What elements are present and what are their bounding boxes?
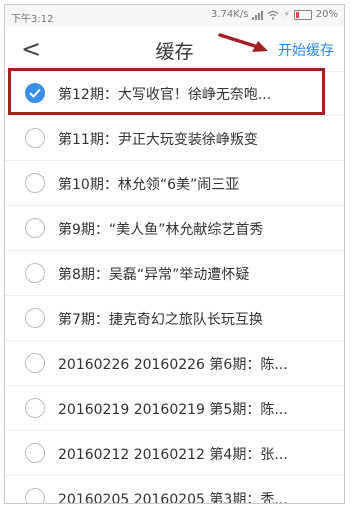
episode-row[interactable]: 第12期：大写收官！徐峥无奈咆... (5, 68, 344, 116)
episode-title: 第9期：“美人鱼”林允献综艺首秀 (58, 222, 264, 238)
network-speed: 3.74K/s (211, 9, 249, 20)
signal-icon (252, 10, 264, 20)
unchecked-checkbox-icon[interactable] (25, 353, 45, 373)
unchecked-checkbox-icon[interactable] (25, 398, 45, 418)
battery-percent: 20% (315, 9, 338, 20)
episode-row[interactable]: 20160219 20160219 第5期：陈... (5, 386, 344, 431)
unchecked-checkbox-icon[interactable] (25, 218, 45, 238)
episode-title: 第12期：大写收官！徐峥无奈咆... (58, 87, 272, 103)
episode-title: 20160226 20160226 第6期：陈... (58, 357, 288, 373)
status-bar: 下午3:12 3.74K/s ⚡ 20% (5, 5, 344, 27)
episode-title: 20160219 20160219 第5期：陈... (58, 402, 288, 418)
status-time: 下午3:12 (11, 14, 54, 25)
episode-title: 20160205 20160205 第3期：秃... (58, 492, 288, 504)
battery-icon (293, 9, 312, 20)
episode-title: 第7期：捷克奇幻之旅队长玩互换 (58, 312, 263, 328)
episode-title: 第10期：林允领“6美”闹三亚 (58, 177, 240, 193)
episode-row[interactable]: 第8期：吴磊“异常”举动遭怀疑 (5, 251, 344, 296)
phone-screen: 下午3:12 3.74K/s ⚡ 20% < 缓存 开始缓存 第12期：大写收官… (4, 4, 345, 504)
episode-row[interactable]: 20160212 20160212 第4期：张... (5, 431, 344, 476)
checked-checkbox-icon[interactable] (25, 83, 45, 103)
episode-row[interactable]: 20160226 20160226 第6期：陈... (5, 341, 344, 386)
navigation-bar: < 缓存 开始缓存 (5, 27, 344, 72)
unchecked-checkbox-icon[interactable] (25, 128, 45, 148)
annotation-arrow-icon (218, 33, 268, 52)
episode-title: 20160212 20160212 第4期：张... (58, 447, 288, 463)
episode-row[interactable]: 第9期：“美人鱼”林允献综艺首秀 (5, 206, 344, 251)
unchecked-checkbox-icon[interactable] (25, 443, 45, 463)
episode-row[interactable]: 第7期：捷克奇幻之旅队长玩互换 (5, 296, 344, 341)
status-indicators: 3.74K/s ⚡ 20% (211, 9, 338, 20)
episode-title: 第8期：吴磊“异常”举动遭怀疑 (58, 267, 250, 283)
episode-title: 第11期：尹正大玩变装徐峥叛变 (58, 132, 258, 148)
wifi-icon (268, 10, 279, 20)
unchecked-checkbox-icon[interactable] (25, 173, 45, 193)
unchecked-checkbox-icon[interactable] (25, 263, 45, 283)
charging-icon: ⚡ (283, 9, 290, 20)
start-cache-button[interactable]: 开始缓存 (278, 40, 334, 60)
episode-list: 第12期：大写收官！徐峥无奈咆... 第11期：尹正大玩变装徐峥叛变 第10期：… (5, 68, 344, 504)
episode-row[interactable]: 第11期：尹正大玩变装徐峥叛变 (5, 116, 344, 161)
unchecked-checkbox-icon[interactable] (25, 308, 45, 328)
unchecked-checkbox-icon[interactable] (25, 488, 45, 503)
episode-row[interactable]: 第10期：林允领“6美”闹三亚 (5, 161, 344, 206)
episode-row[interactable]: 20160205 20160205 第3期：秃... (5, 476, 344, 504)
